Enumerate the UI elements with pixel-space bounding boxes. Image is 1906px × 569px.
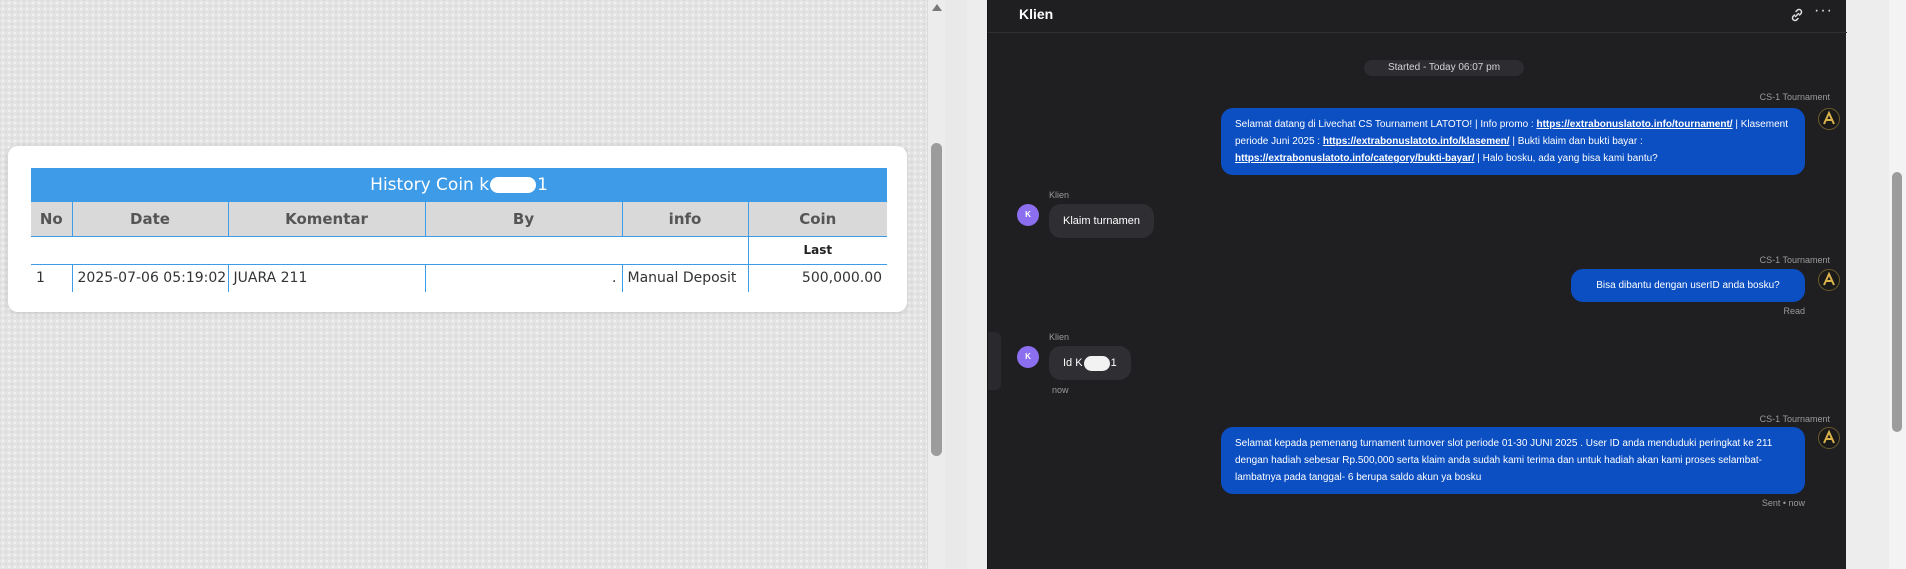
client-avatar: K <box>1017 204 1039 226</box>
agent-avatar-icon <box>1818 269 1840 291</box>
client-avatar: K <box>1017 346 1039 368</box>
agent-message-bubble: Bisa dibantu dengan userID anda bosku? <box>1571 269 1805 302</box>
scroll-up-arrow-icon[interactable] <box>932 4 942 11</box>
sent-status: Sent • now <box>1761 498 1805 508</box>
cell-date: 2025-07-06 05:19:02 <box>72 264 229 292</box>
chat-header: Klien ··· <box>988 0 1847 33</box>
scrollbar-thumb[interactable] <box>931 143 942 456</box>
cell-komentar: JUARA 211 <box>228 264 426 292</box>
agent-sender-label: CS-1 Tournament <box>1759 92 1830 102</box>
cell-by: . <box>425 264 623 292</box>
sub-header-last: Last <box>748 235 888 265</box>
chat-title: Klien <box>1019 6 1054 22</box>
sub-header-spacer <box>31 235 749 265</box>
history-coin-card: History Coin k 1 No Date Komentar By info… <box>8 146 907 312</box>
agent-message-bubble: Selamat datang di Livechat CS Tournament… <box>1221 108 1805 175</box>
agent-avatar-icon <box>1818 427 1840 449</box>
chat-panel: Klien ··· Started - Today 06:07 pm CS-1 … <box>987 0 1847 569</box>
agent-avatar-icon <box>1818 108 1840 130</box>
message-text-suffix: 1 <box>1110 357 1117 369</box>
left-scrollbar[interactable] <box>927 0 945 569</box>
side-collapse-handle[interactable] <box>988 332 1001 390</box>
agent-sender-label: CS-1 Tournament <box>1759 255 1830 265</box>
message-text-prefix: Id K <box>1063 357 1083 369</box>
cell-coin: 500,000.00 <box>801 270 883 287</box>
bukti-bayar-link[interactable]: https://extrabonuslatoto.info/category/b… <box>1235 153 1474 164</box>
more-options-icon[interactable]: ··· <box>1814 2 1833 20</box>
redaction-mark <box>1083 355 1110 371</box>
table-title-prefix: History Coin k <box>370 175 490 195</box>
cell-no: 1 <box>31 264 73 292</box>
column-header-no[interactable]: No <box>31 202 73 236</box>
tournament-link[interactable]: https://extrabonuslatoto.info/tournament… <box>1536 119 1732 130</box>
right-scrollbar[interactable] <box>1889 0 1906 569</box>
message-text: | Halo bosku, ada yang bisa kami bantu? <box>1474 153 1658 164</box>
client-sender-label: Klien <box>1049 332 1070 342</box>
agent-message-bubble: Selamat kepada pemenang turnament turnov… <box>1221 427 1805 494</box>
scrollbar-thumb[interactable] <box>1892 172 1902 432</box>
message-text: | Bukti klaim dan bukti bayar : <box>1509 136 1643 147</box>
chat-started-pill: Started - Today 06:07 pm <box>1364 60 1524 76</box>
redaction-mark <box>490 177 537 193</box>
column-header-info[interactable]: info <box>622 202 749 236</box>
read-status: Read <box>1783 306 1805 316</box>
history-coin-table: History Coin k 1 No Date Komentar By info… <box>31 168 888 292</box>
chat-messages: Started - Today 06:07 pm CS-1 Tournament… <box>988 34 1847 569</box>
table-row: 1 2025-07-06 05:19:02 JUARA 211 . Manual… <box>31 264 887 292</box>
klasemen-link[interactable]: https://extrabonuslatoto.info/klasemen/ <box>1323 136 1510 147</box>
link-icon[interactable] <box>1789 7 1805 23</box>
agent-sender-label: CS-1 Tournament <box>1759 414 1830 424</box>
column-header-date[interactable]: Date <box>72 202 229 236</box>
client-message-bubble: Klaim turnamen <box>1049 204 1155 238</box>
pane-divider[interactable] <box>945 0 967 569</box>
table-title-suffix: 1 <box>537 175 548 195</box>
message-time: now <box>1052 385 1069 395</box>
client-message-bubble: Id K 1 <box>1049 346 1131 380</box>
history-panel: History Coin k 1 No Date Komentar By info… <box>0 0 945 569</box>
column-header-komentar[interactable]: Komentar <box>228 202 426 236</box>
column-header-by[interactable]: By <box>425 202 623 236</box>
client-sender-label: Klien <box>1049 190 1070 200</box>
column-header-coin[interactable]: Coin <box>748 202 888 236</box>
cell-info: Manual Deposit <box>622 264 749 292</box>
table-title: History Coin k 1 <box>31 168 888 202</box>
message-text: Selamat datang di Livechat CS Tournament… <box>1235 119 1537 130</box>
